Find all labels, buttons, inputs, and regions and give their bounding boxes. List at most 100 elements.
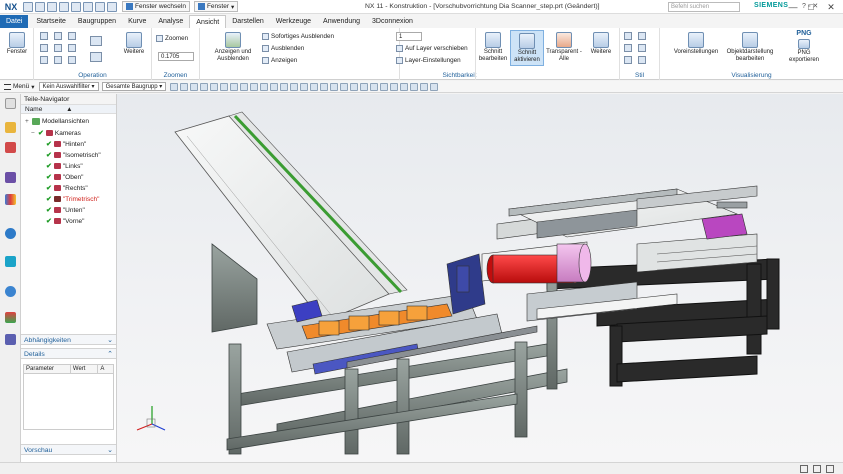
web-browser-icon[interactable] xyxy=(5,228,16,239)
tree-item[interactable]: ✔ "Rechts" xyxy=(39,184,88,193)
more-style-button[interactable]: Weitere xyxy=(586,32,616,56)
checkmark-icon[interactable]: ✔ xyxy=(46,151,52,159)
hide-button[interactable]: Ausblenden xyxy=(262,45,304,52)
view-triad-icon[interactable] xyxy=(280,82,289,91)
show-button[interactable]: Anzeigen xyxy=(262,57,297,64)
tab-darstellen[interactable]: Darstellen xyxy=(226,15,270,28)
activate-section-button[interactable]: Schnitt aktivieren xyxy=(510,30,544,66)
roles-icon[interactable] xyxy=(5,334,16,345)
tree-item[interactable]: + Modellansichten xyxy=(25,118,89,125)
copy-icon[interactable] xyxy=(71,1,81,12)
process-studio-icon[interactable] xyxy=(5,312,16,323)
point-snap-icon[interactable] xyxy=(170,82,179,91)
edit-object-display-button[interactable]: Objektdarstellung bearbeiten xyxy=(724,32,776,63)
wireframe-icon[interactable] xyxy=(90,52,102,62)
a-column[interactable]: A xyxy=(98,365,113,373)
tree-item[interactable]: ✔ "Trimetrisch" xyxy=(39,195,99,204)
right-view-icon[interactable] xyxy=(54,56,62,64)
param-column[interactable]: Parameter xyxy=(24,365,71,373)
tree-item[interactable]: ✔ "Isometrisch" xyxy=(39,151,101,160)
tab-3dconnexion[interactable]: 3Dconnexion xyxy=(366,15,419,28)
edit-section-button[interactable]: Schnitt bearbeiten xyxy=(478,32,508,63)
front-view-icon[interactable] xyxy=(54,44,62,52)
style-edges-icon[interactable] xyxy=(638,32,646,40)
view-section-icon[interactable] xyxy=(300,82,309,91)
end-snap-icon[interactable] xyxy=(180,82,189,91)
fit-icon[interactable] xyxy=(40,32,48,40)
face-snap-icon[interactable] xyxy=(250,82,259,91)
undo-icon[interactable] xyxy=(35,1,45,12)
png-export-button[interactable]: PNG PNG exportieren xyxy=(782,30,826,64)
tab-kurve[interactable]: Kurve xyxy=(122,15,152,28)
style-face-icon[interactable] xyxy=(624,56,632,64)
tree-item[interactable]: ✔ "Hinten" xyxy=(39,140,86,149)
color-filter-icon[interactable] xyxy=(370,82,379,91)
checkmark-icon[interactable]: ✔ xyxy=(46,162,52,170)
checkmark-icon[interactable]: ✔ xyxy=(46,140,52,148)
shade-mode-icon[interactable] xyxy=(400,82,409,91)
ribbon-options[interactable]: ?▫✕ xyxy=(802,2,820,10)
more-operation-button[interactable]: Weitere xyxy=(120,32,148,56)
quadrant-snap-icon[interactable] xyxy=(210,82,219,91)
close-button[interactable]: ✕ xyxy=(824,0,838,14)
window-button[interactable]: Fenster ▾ xyxy=(193,1,239,12)
filter-reset-icon[interactable] xyxy=(380,82,389,91)
graphics-window[interactable] xyxy=(117,94,843,462)
selection-filter-select[interactable]: Kein Auswahlfilter ▾ xyxy=(38,82,99,91)
tangent-snap-icon[interactable] xyxy=(230,82,239,91)
intersect-snap-icon[interactable] xyxy=(220,82,229,91)
transparent-all-button[interactable]: Transparent - Alle xyxy=(546,32,582,63)
layer-filter-icon[interactable] xyxy=(360,82,369,91)
redo-icon[interactable] xyxy=(47,1,57,12)
part-navigator-icon[interactable] xyxy=(5,172,16,183)
select-lasso-icon[interactable] xyxy=(320,82,329,91)
lock-icon[interactable] xyxy=(340,82,349,91)
select-chain-icon[interactable] xyxy=(330,82,339,91)
checkmark-icon[interactable]: ✔ xyxy=(46,184,52,192)
view-orient-icon[interactable] xyxy=(290,82,299,91)
cad-model[interactable] xyxy=(117,94,843,462)
clock-icon[interactable] xyxy=(5,286,16,297)
value-column[interactable]: Wert xyxy=(71,365,99,373)
shaded-icon[interactable] xyxy=(90,36,102,46)
tab-werkzeuge[interactable]: Werkzeuge xyxy=(270,15,317,28)
reuse-library-icon[interactable] xyxy=(5,194,16,205)
repeat-icon[interactable] xyxy=(95,1,105,12)
zoom-button[interactable]: Zoomen xyxy=(156,35,188,42)
window-big-button[interactable]: Fenster xyxy=(3,32,31,56)
style-studio-icon[interactable] xyxy=(638,44,646,52)
history-icon[interactable] xyxy=(5,256,16,267)
tab-ansicht[interactable]: Ansicht xyxy=(189,15,227,28)
style-mode-icon[interactable] xyxy=(390,82,399,91)
tree-item[interactable]: ✔ "Links" xyxy=(39,162,83,171)
assembly-navigator-icon[interactable] xyxy=(5,122,16,133)
rotate-icon[interactable] xyxy=(40,44,48,52)
layer-settings-button[interactable]: Layer-Einstellungen xyxy=(396,57,461,64)
dependencies-panel-header[interactable]: Abhängigkeiten ⌄ xyxy=(21,334,116,345)
iso-view-icon[interactable] xyxy=(68,56,76,64)
checkmark-icon[interactable]: ✔ xyxy=(46,173,52,181)
details-panel-header[interactable]: Details ⌃ xyxy=(21,348,116,359)
status-restore-icon[interactable] xyxy=(813,465,821,473)
center-snap-icon[interactable] xyxy=(200,82,209,91)
select-box-icon[interactable] xyxy=(310,82,319,91)
on-curve-snap-icon[interactable] xyxy=(240,82,249,91)
cut-icon[interactable] xyxy=(59,1,69,12)
preview-panel-header[interactable]: Vorschau ⌄ xyxy=(21,444,116,455)
settings-icon[interactable] xyxy=(5,98,16,109)
constraint-navigator-icon[interactable] xyxy=(5,142,16,153)
tree-item[interactable]: − ✔ Kameras xyxy=(31,129,81,138)
checkmark-icon[interactable]: ✔ xyxy=(38,129,44,137)
preferences-button[interactable]: Voreinstellungen xyxy=(672,32,720,56)
left-view-icon[interactable] xyxy=(40,56,48,64)
tab-datei[interactable]: Datei xyxy=(0,15,29,28)
tree-item[interactable]: ✔ "Unten" xyxy=(39,206,85,215)
edges-mode-icon[interactable] xyxy=(420,82,429,91)
save-icon[interactable] xyxy=(23,1,33,12)
close-icon[interactable]: ✕ xyxy=(812,3,820,10)
touch-icon[interactable] xyxy=(107,1,117,12)
expand-icon[interactable]: − xyxy=(31,130,36,137)
expand-icon[interactable]: + xyxy=(25,118,30,125)
tab-baugruppen[interactable]: Baugruppen xyxy=(72,15,122,28)
status-fullscreen-icon[interactable] xyxy=(800,465,808,473)
